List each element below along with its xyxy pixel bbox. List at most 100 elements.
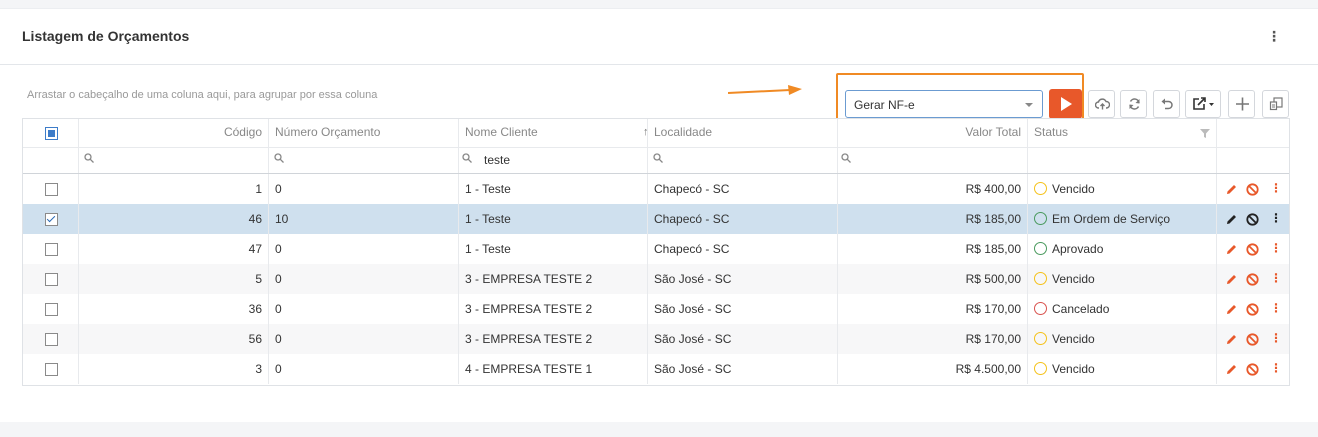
pencil-icon[interactable] (1225, 303, 1238, 316)
more-vertical-icon[interactable]: ⋮ (1270, 331, 1282, 345)
budget-grid: Código Número Orçamento Nome Cliente ↑ L… (22, 118, 1290, 386)
undo-button[interactable] (1153, 90, 1180, 118)
play-icon[interactable] (1049, 89, 1082, 119)
ban-icon[interactable] (1246, 273, 1259, 286)
cell-status: Aprovado (1028, 234, 1217, 264)
filter-input-codigo[interactable] (79, 147, 269, 173)
pencil-icon[interactable] (1225, 213, 1238, 226)
cell-codigo: 56 (79, 324, 269, 354)
column-header-codigo[interactable]: Código (79, 119, 269, 147)
table-row[interactable]: 36 0 3 - EMPRESA TESTE 2 São José - SC R$ 17… (23, 294, 1289, 324)
cell-valor: R$ 170,00 (838, 294, 1028, 324)
cell-localidade: São José - SC (648, 324, 838, 354)
row-checkbox[interactable] (45, 183, 58, 196)
pencil-icon[interactable] (1225, 243, 1238, 256)
status-circle-icon (1034, 272, 1047, 286)
filter-input-valor[interactable] (838, 147, 1028, 173)
table-row[interactable]: 101 - Teste Chapecó - SC R$ 400,00 Vencido ⋮ (23, 174, 1289, 204)
cell-localidade: São José - SC (648, 264, 838, 294)
filter-input-numero[interactable] (269, 147, 459, 173)
more-vertical-icon[interactable]: ⋮ (1270, 211, 1282, 225)
row-actions: ⋮ (1217, 234, 1289, 264)
column-header-status[interactable]: Status (1028, 119, 1217, 147)
more-vertical-icon[interactable]: ⋮ (1270, 301, 1282, 315)
cell-localidade: São José - SC (648, 294, 838, 324)
cell-localidade: Chapecó - SC (648, 204, 838, 234)
cell-cliente: 4 - EMPRESA TESTE 1 (459, 354, 648, 384)
add-button[interactable] (1228, 90, 1255, 118)
table-row[interactable]: 304 - EMPRESA TESTE 1 São José - SC R$ 4.5… (23, 354, 1289, 384)
cell-status: Vencido (1028, 354, 1217, 384)
status-label: Vencido (1052, 362, 1095, 376)
refresh-button[interactable] (1120, 90, 1147, 118)
row-checkbox[interactable] (45, 303, 58, 316)
table-row[interactable]: 46 10 1 - Teste Chapecó - SC R$ 185,00 Em Ord… (23, 204, 1289, 234)
pencil-icon[interactable] (1225, 273, 1238, 286)
column-header-numero[interactable]: Número Orçamento (269, 119, 459, 147)
more-vertical-icon[interactable]: ⋮ (1270, 361, 1282, 375)
filter-icon[interactable] (1200, 129, 1210, 138)
row-checkbox[interactable] (45, 333, 58, 346)
row-checkbox[interactable] (45, 273, 58, 286)
column-header-valor[interactable]: Valor Total (838, 119, 1028, 147)
status-label: Em Ordem de Serviço (1052, 212, 1171, 226)
cell-numero: 0 (269, 234, 459, 264)
column-header-cliente-label: Nome Cliente (465, 125, 538, 139)
ban-icon[interactable] (1246, 303, 1259, 316)
cell-valor: R$ 185,00 (838, 204, 1028, 234)
row-checkbox[interactable] (45, 363, 58, 376)
filter-input-cliente[interactable]: teste (459, 147, 648, 173)
filter-input-localidade[interactable] (648, 147, 838, 173)
table-row[interactable]: 503 - EMPRESA TESTE 2 São José - SC R$ 500… (23, 264, 1289, 294)
more-vertical-icon[interactable]: ⋮ (1270, 271, 1282, 285)
column-header-cliente[interactable]: Nome Cliente ↑ (459, 119, 648, 147)
pencil-icon[interactable] (1225, 183, 1238, 196)
ban-icon[interactable] (1246, 363, 1259, 376)
cell-valor: R$ 500,00 (838, 264, 1028, 294)
status-circle-icon (1034, 332, 1047, 346)
column-header-localidade[interactable]: Localidade (648, 119, 838, 147)
row-checkbox[interactable] (45, 243, 58, 256)
row-select-cell (23, 234, 79, 264)
status-circle-icon (1034, 212, 1047, 226)
pencil-icon[interactable] (1225, 363, 1238, 376)
export-button[interactable] (1185, 90, 1221, 118)
table-row[interactable]: 47 0 1 - Teste Chapecó - SC R$ 185,00 Aprovad… (23, 234, 1289, 264)
column-chooser-button[interactable] (1262, 90, 1289, 118)
ban-icon[interactable] (1246, 183, 1259, 196)
row-actions: ⋮ (1217, 294, 1289, 324)
cell-numero: 0 (269, 174, 459, 204)
cell-numero: 10 (269, 204, 459, 234)
header-select-cell (23, 119, 79, 147)
status-label: Aprovado (1052, 242, 1104, 256)
ban-icon[interactable] (1246, 333, 1259, 346)
card-header: Listagem de Orçamentos ⋮ (0, 9, 1318, 65)
grid-filter-row: teste (23, 147, 1289, 174)
status-circle-icon (1034, 242, 1047, 256)
cloud-upload-button[interactable] (1088, 90, 1115, 118)
row-select-cell (23, 174, 79, 204)
more-vertical-icon[interactable]: ⋮ (1266, 27, 1282, 45)
cloud-upload-icon (1095, 98, 1110, 110)
more-vertical-icon[interactable]: ⋮ (1270, 241, 1282, 255)
filter-cliente-value: teste (484, 153, 511, 167)
row-select-cell (23, 354, 79, 384)
more-vertical-icon[interactable]: ⋮ (1270, 181, 1282, 195)
status-circle-icon (1034, 302, 1047, 316)
status-circle-icon (1034, 182, 1047, 196)
table-row[interactable]: 56 0 3 - EMPRESA TESTE 2 São José - SC R$ 17… (23, 324, 1289, 354)
refresh-icon (1129, 98, 1140, 110)
status-label: Vencido (1052, 182, 1095, 196)
ban-icon[interactable] (1246, 213, 1259, 226)
search-icon (653, 153, 663, 163)
filter-cell-status (1028, 147, 1217, 173)
cell-status: Vencido (1028, 264, 1217, 294)
row-checkbox[interactable] (45, 213, 58, 226)
export-icon (1193, 97, 1214, 110)
cell-valor: R$ 185,00 (838, 234, 1028, 264)
batch-action-select[interactable]: Gerar NF-e (845, 90, 1043, 118)
select-all-checkbox[interactable] (45, 127, 58, 140)
cell-status: Em Ordem de Serviço (1028, 204, 1217, 234)
ban-icon[interactable] (1246, 243, 1259, 256)
pencil-icon[interactable] (1225, 333, 1238, 346)
